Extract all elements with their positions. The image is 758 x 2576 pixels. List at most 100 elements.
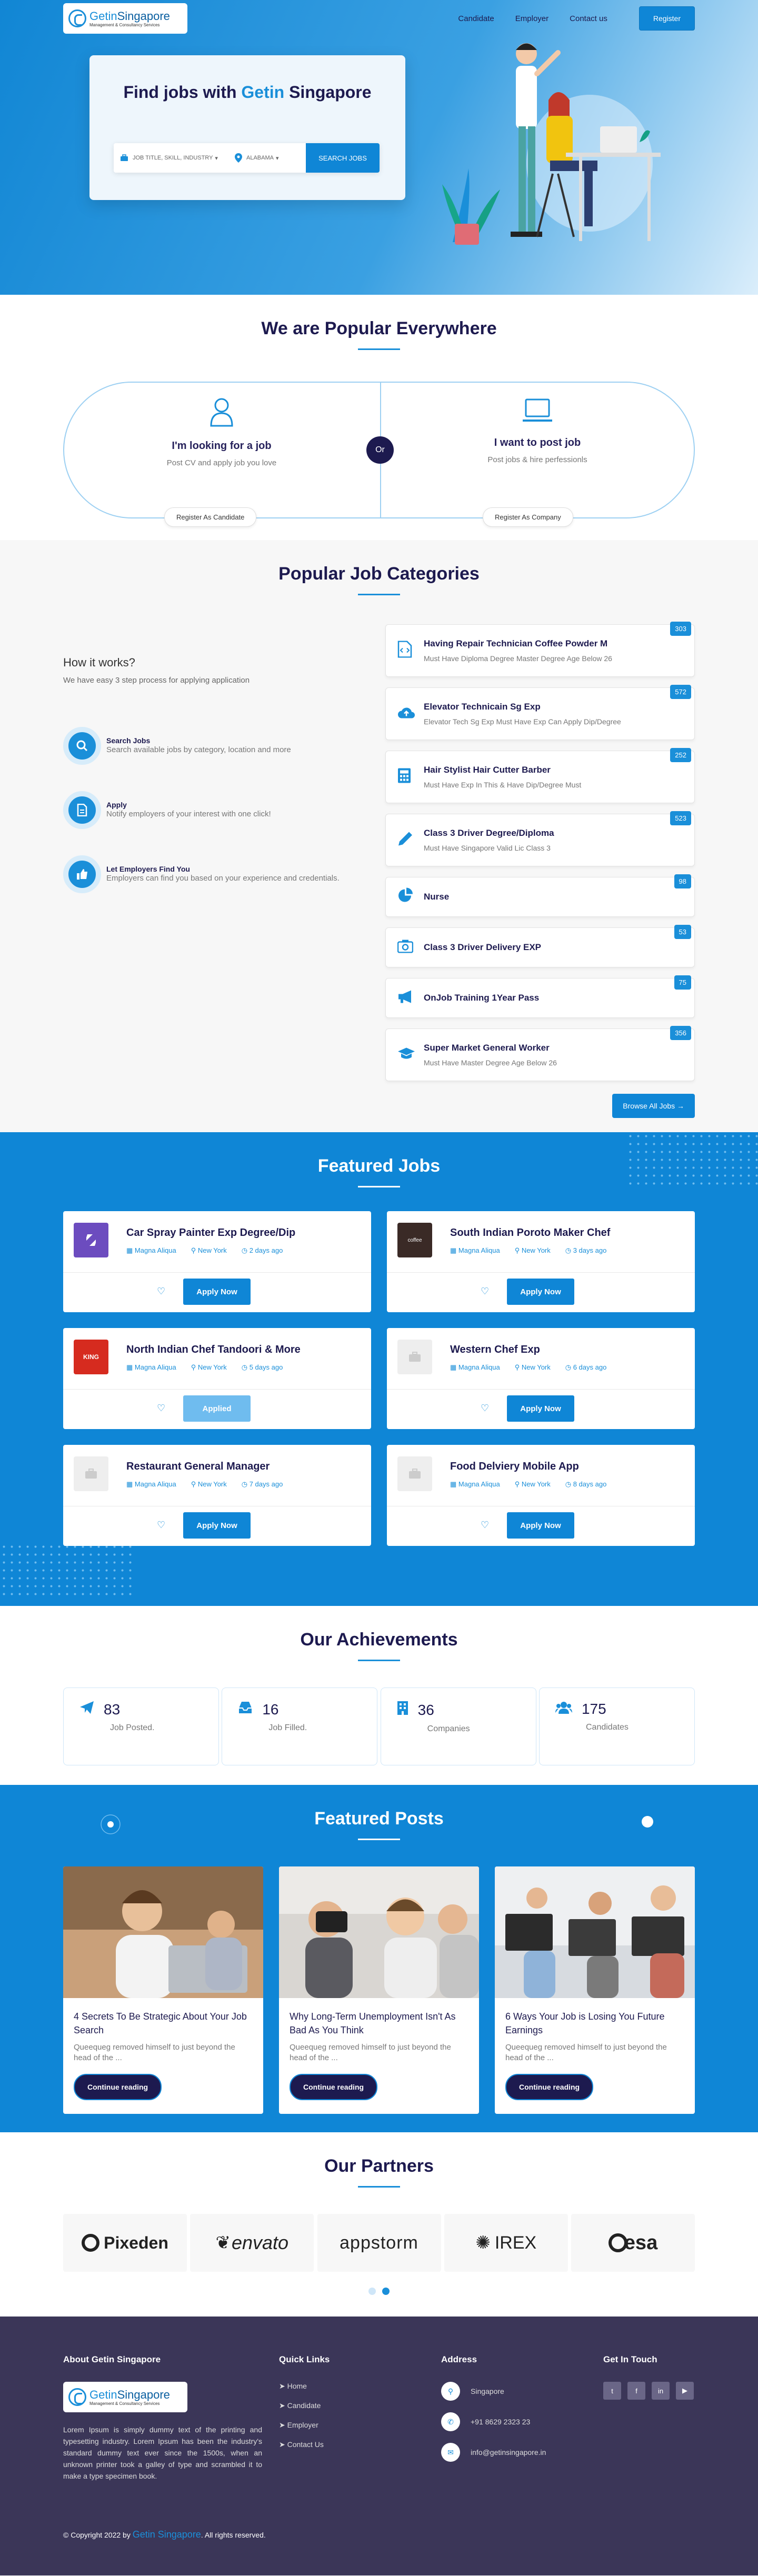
keyword-field[interactable]: JOB TITLE, SKILL, INDUSTRY ▾ bbox=[114, 154, 235, 162]
job-card[interactable]: Restaurant General Manager ▦ Magna Aliqu… bbox=[63, 1445, 371, 1546]
step-desc: Notify employers of your interest with o… bbox=[106, 810, 271, 818]
logo-subtitle: Management & Consultancy Services bbox=[89, 22, 160, 27]
applied-button[interactable]: Applied bbox=[183, 1395, 251, 1422]
carousel-dot[interactable] bbox=[368, 2288, 376, 2295]
location-field[interactable]: ALABAMA ▾ bbox=[235, 153, 303, 163]
register-button[interactable]: Register bbox=[639, 6, 695, 31]
footer-logo[interactable]: GetinSingapore Management & Consultancy … bbox=[63, 2382, 187, 2412]
category-card[interactable]: Nurse 98 bbox=[385, 874, 695, 917]
footer-heading: About Getin Singapore bbox=[63, 2354, 161, 2364]
company-meta: ▦ Magna Aliqua bbox=[450, 1480, 500, 1488]
job-title[interactable]: South Indian Poroto Maker Chef bbox=[450, 1227, 684, 1239]
partner-logo-pixeden[interactable]: Pixeden bbox=[63, 2214, 187, 2272]
section-title: We are Popular Everywhere bbox=[261, 318, 497, 338]
post-card[interactable]: Why Long-Term Unemployment Isn't As Bad … bbox=[279, 1866, 479, 2114]
category-card[interactable]: Elevator Technicain Sg Exp Elevator Tech … bbox=[385, 685, 695, 740]
facebook-icon[interactable]: f bbox=[627, 2382, 645, 2400]
post-image[interactable] bbox=[279, 1866, 479, 1998]
job-title[interactable]: Western Chef Exp bbox=[450, 1344, 684, 1356]
footer-link-contact[interactable]: ➤ Contact Us bbox=[279, 2440, 441, 2449]
stat-card: 16 Job Filled. bbox=[222, 1688, 378, 1765]
heart-icon[interactable]: ♡ bbox=[481, 1403, 489, 1414]
apply-now-button[interactable]: Apply Now bbox=[183, 1279, 251, 1305]
category-card[interactable]: Having Repair Technician Coffee Powder M… bbox=[385, 622, 695, 677]
apply-now-button[interactable]: Apply Now bbox=[183, 1512, 251, 1539]
partner-logo-irex[interactable]: ✺ IREX bbox=[444, 2214, 568, 2272]
category-card[interactable]: OnJob Training 1Year Pass 75 bbox=[385, 975, 695, 1018]
email-row[interactable]: ✉ info@getinsingapore.in bbox=[441, 2443, 603, 2462]
post-title[interactable]: Why Long-Term Unemployment Isn't As Bad … bbox=[290, 2010, 468, 2037]
job-card[interactable]: Western Chef Exp ▦ Magna Aliqua ⚲ New Yor… bbox=[387, 1328, 695, 1429]
nav-employer[interactable]: Employer bbox=[515, 14, 548, 23]
post-title[interactable]: 6 Ways Your Job is Losing You Future Ear… bbox=[505, 2010, 684, 2037]
category-card[interactable]: Class 3 Driver Delivery EXP 53 bbox=[385, 925, 695, 967]
job-card[interactable]: coffee South Indian Poroto Maker Chef ▦ … bbox=[387, 1211, 695, 1312]
browse-all-jobs-button[interactable]: Browse All Jobs → bbox=[612, 1094, 695, 1118]
copyright-brand[interactable]: Getin Singapore bbox=[133, 2529, 201, 2540]
job-count-badge: 572 bbox=[670, 685, 691, 699]
footer-heading: Quick Links bbox=[279, 2354, 330, 2364]
company-meta: ▦ Magna Aliqua bbox=[450, 1246, 500, 1254]
job-card[interactable]: Food Delviery Mobile App ▦ Magna Aliqua ⚲… bbox=[387, 1445, 695, 1546]
post-image[interactable] bbox=[63, 1866, 263, 1998]
heart-icon[interactable]: ♡ bbox=[157, 1403, 165, 1414]
apply-now-button[interactable]: Apply Now bbox=[507, 1512, 574, 1539]
category-desc: Elevator Tech Sg Exp Must Have Exp Can A… bbox=[424, 717, 621, 726]
featured-posts-section: Featured Posts 4 Secrets To Be Strategic… bbox=[0, 1785, 758, 2132]
candidate-desc: Post CV and apply job you love bbox=[166, 458, 277, 467]
footer-link-candidate[interactable]: ➤ Candidate bbox=[279, 2401, 441, 2410]
stat-card: 83 Job Posted. bbox=[63, 1688, 219, 1765]
post-card[interactable]: 4 Secrets To Be Strategic About Your Job… bbox=[63, 1866, 263, 2114]
post-image[interactable] bbox=[495, 1866, 695, 1998]
continue-reading-button[interactable]: Continue reading bbox=[505, 2074, 594, 2100]
twitter-icon[interactable]: t bbox=[603, 2382, 621, 2400]
decorative-circle bbox=[101, 1814, 121, 1834]
register-candidate-button[interactable]: Register As Candidate bbox=[164, 507, 257, 527]
decorative-circle bbox=[642, 1816, 653, 1828]
footer-link-home[interactable]: ➤ Home bbox=[279, 2382, 441, 2391]
category-list: Having Repair Technician Coffee Powder M… bbox=[385, 622, 695, 1118]
footer-address: Address ⚲ Singapore ✆ +91 8629 2323 23 ✉ in… bbox=[441, 2354, 603, 2482]
heart-icon[interactable]: ♡ bbox=[481, 1286, 489, 1297]
partner-logo-esa[interactable]: esa bbox=[571, 2214, 695, 2272]
apply-now-button[interactable]: Apply Now bbox=[507, 1279, 574, 1305]
job-card[interactable]: Car Spray Painter Exp Degree/Dip ▦ Magna… bbox=[63, 1211, 371, 1312]
category-card[interactable]: Hair Stylist Hair Cutter Barber Must Have… bbox=[385, 748, 695, 803]
search-jobs-button[interactable]: SEARCH JOBS bbox=[306, 143, 380, 173]
category-card[interactable]: Super Market General Worker Must Have Mas… bbox=[385, 1026, 695, 1081]
job-title[interactable]: Food Delviery Mobile App bbox=[450, 1461, 684, 1473]
register-company-button[interactable]: Register As Company bbox=[483, 507, 573, 527]
apply-now-button[interactable]: Apply Now bbox=[507, 1395, 574, 1422]
nav-candidate[interactable]: Candidate bbox=[458, 14, 494, 23]
link-arrow-icon: ➤ bbox=[279, 2421, 287, 2429]
job-title[interactable]: Restaurant General Manager bbox=[126, 1461, 361, 1473]
partner-logo-appstorm[interactable]: appstorm bbox=[317, 2214, 441, 2272]
heart-icon[interactable]: ♡ bbox=[157, 1520, 165, 1531]
post-title[interactable]: 4 Secrets To Be Strategic About Your Job… bbox=[74, 2010, 253, 2037]
site-logo[interactable]: GetinSingapore Management & Consultancy … bbox=[63, 3, 187, 34]
nav-contact-us[interactable]: Contact us bbox=[570, 14, 607, 23]
time-meta: ◷ 6 days ago bbox=[565, 1363, 607, 1371]
category-card[interactable]: Class 3 Driver Degree/Diploma Must Have S… bbox=[385, 811, 695, 866]
linkedin-icon[interactable]: in bbox=[652, 2382, 670, 2400]
youtube-icon[interactable]: ▶ bbox=[676, 2382, 694, 2400]
job-title[interactable]: Car Spray Painter Exp Degree/Dip bbox=[126, 1227, 361, 1239]
post-card[interactable]: 6 Ways Your Job is Losing You Future Ear… bbox=[495, 1866, 695, 2114]
heart-icon[interactable]: ♡ bbox=[157, 1286, 165, 1297]
copyright: © Copyright 2022 by Getin Singapore. All… bbox=[63, 2529, 266, 2540]
partner-logo-envato[interactable]: ❦ envato bbox=[190, 2214, 314, 2272]
category-desc: Must Have Singapore Valid Lic Class 3 bbox=[424, 844, 551, 852]
category-title: Nurse bbox=[424, 892, 450, 902]
link-arrow-icon: ➤ bbox=[279, 2401, 287, 2410]
hero-section: GetinSingapore Management & Consultancy … bbox=[0, 0, 758, 295]
job-card[interactable]: KING North Indian Chef Tandoori & More ▦… bbox=[63, 1328, 371, 1429]
heart-icon[interactable]: ♡ bbox=[481, 1520, 489, 1531]
placeholder-logo-icon bbox=[397, 1456, 432, 1491]
continue-reading-button[interactable]: Continue reading bbox=[290, 2074, 378, 2100]
company-meta: ▦ Magna Aliqua bbox=[126, 1480, 176, 1488]
phone-row[interactable]: ✆ +91 8629 2323 23 bbox=[441, 2412, 603, 2431]
job-title[interactable]: North Indian Chef Tandoori & More bbox=[126, 1344, 361, 1356]
carousel-dot-active[interactable] bbox=[382, 2288, 390, 2295]
footer-link-employer[interactable]: ➤ Employer bbox=[279, 2421, 441, 2430]
continue-reading-button[interactable]: Continue reading bbox=[74, 2074, 162, 2100]
